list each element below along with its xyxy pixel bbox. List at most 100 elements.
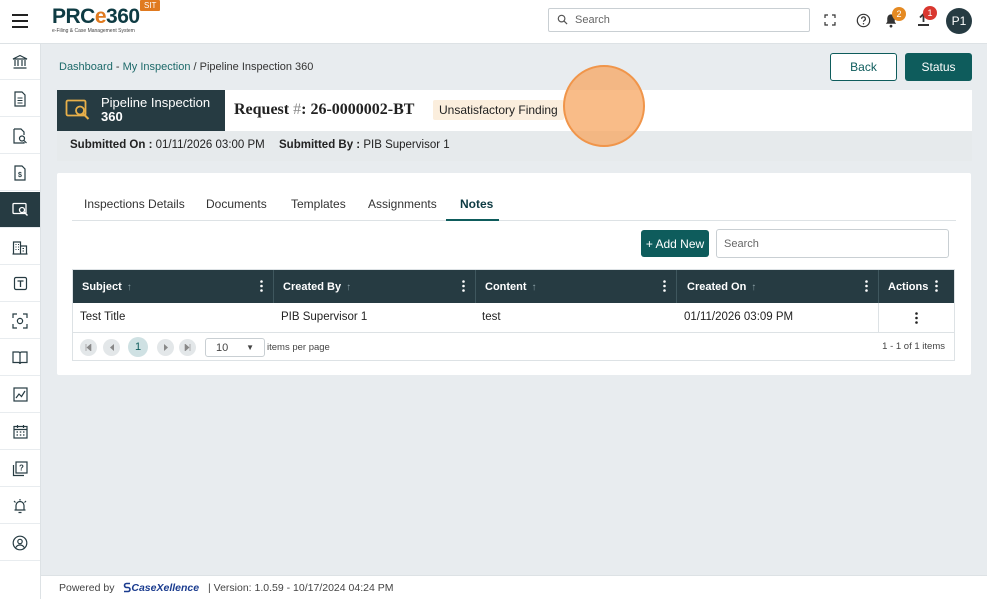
sidebar-item-documents[interactable]	[0, 81, 40, 117]
page-size-value: 10	[216, 342, 229, 354]
breadcrumb-link-dashboard[interactable]: Dashboard	[59, 61, 113, 73]
click-indicator	[563, 65, 645, 147]
version-info: | Version: 1.0.59 - 10/17/2024 04:24 PM	[208, 582, 394, 594]
sidebar-item-invoice[interactable]: $	[0, 155, 40, 191]
module-tile: Pipeline Inspection 360	[57, 90, 225, 131]
sidebar-item-scan[interactable]	[0, 303, 40, 339]
previous-page-icon[interactable]	[103, 339, 120, 356]
notes-search-input[interactable]	[716, 229, 949, 258]
user-avatar[interactable]: P1	[946, 8, 972, 34]
sidebar-item-document-search[interactable]	[0, 118, 40, 154]
cell-created-on: 01/11/2026 03:09 PM	[684, 311, 794, 323]
pagination-summary: 1 - 1 of 1 items	[882, 341, 945, 352]
submitted-on-value: 01/11/2026 03:00 PM	[155, 139, 265, 151]
current-page-number[interactable]: 1	[128, 337, 148, 357]
column-menu-icon[interactable]	[935, 280, 938, 292]
back-button[interactable]: Back	[830, 53, 897, 81]
column-menu-icon[interactable]	[865, 280, 868, 292]
breadcrumb-current: Pipeline Inspection 360	[199, 61, 314, 73]
breadcrumb: Dashboard - My Inspection / Pipeline Ins…	[59, 61, 313, 73]
chevron-down-icon: ▼	[246, 343, 254, 352]
tab-documents[interactable]: Documents	[206, 197, 267, 211]
sidebar-item-inspection[interactable]	[0, 192, 40, 228]
status-badge: Unsatisfactory Finding	[433, 100, 564, 120]
casexellence-logo[interactable]: CaseXellence	[131, 582, 199, 594]
breadcrumb-separator: -	[112, 61, 123, 73]
invoice-icon: $	[14, 164, 26, 181]
help-doc-icon: ?	[12, 460, 28, 476]
submitted-by-value: PIB Supervisor 1	[363, 139, 450, 151]
sidebar: $ ?	[0, 44, 41, 599]
footer: Powered by CaseXellence | Version: 1.0.5…	[41, 575, 987, 599]
cell-content: test	[482, 311, 501, 323]
cell-subject: Test Title	[80, 311, 126, 323]
chart-icon	[12, 387, 28, 402]
sidebar-item-help-docs[interactable]: ?	[0, 451, 40, 487]
notes-grid: Subject ↑ Created By ↑ Content ↑ Created On…	[72, 269, 955, 361]
powered-by-label: Powered by	[59, 582, 115, 594]
column-header-created-on[interactable]: Created On ↑	[677, 270, 879, 303]
breadcrumb-link-my-inspection[interactable]: My Inspection	[123, 61, 191, 73]
column-menu-icon[interactable]	[462, 280, 465, 292]
module-subtitle: 360	[101, 109, 123, 124]
sidebar-item-templates[interactable]	[0, 266, 40, 302]
items-per-page-label: items per page	[267, 342, 330, 353]
tab-templates[interactable]: Templates	[291, 197, 346, 211]
global-search[interactable]	[548, 8, 810, 32]
column-header-content[interactable]: Content ↑	[476, 270, 677, 303]
submitted-on-label: Submitted On :	[70, 139, 153, 151]
sidebar-item-bank[interactable]	[0, 44, 40, 80]
next-page-icon[interactable]	[157, 339, 174, 356]
scan-icon	[12, 312, 28, 329]
tab-bar: Inspections Details Documents Templates …	[72, 190, 956, 221]
sidebar-item-calendar[interactable]	[0, 414, 40, 450]
document-icon	[14, 90, 26, 107]
search-icon	[557, 14, 568, 25]
submitted-by-label: Submitted By :	[279, 139, 361, 151]
cell-created-by: PIB Supervisor 1	[281, 311, 368, 323]
uploads-count-badge: 1	[923, 6, 937, 20]
sidebar-item-profile[interactable]	[0, 525, 40, 561]
last-page-icon[interactable]	[179, 339, 196, 356]
user-circle-icon	[12, 535, 28, 550]
column-header-subject[interactable]: Subject ↑	[73, 270, 274, 303]
help-icon[interactable]	[854, 11, 872, 29]
book-icon	[12, 351, 28, 365]
environment-badge: SIT	[140, 0, 161, 11]
tab-assignments[interactable]: Assignments	[368, 197, 437, 211]
notes-panel: Inspections Details Documents Templates …	[57, 173, 971, 375]
breadcrumb-separator: /	[190, 61, 200, 73]
first-page-icon[interactable]	[80, 339, 97, 356]
sidebar-item-alarms[interactable]	[0, 488, 40, 524]
request-number: Request #: 26-0000002-BT	[234, 101, 415, 118]
tab-notes[interactable]: Notes	[460, 197, 493, 211]
calendar-icon	[12, 425, 28, 439]
inspection-module-icon	[65, 99, 90, 120]
status-button[interactable]: Status	[905, 53, 972, 81]
sidebar-item-book[interactable]	[0, 340, 40, 376]
row-actions-icon[interactable]	[915, 312, 918, 324]
table-row[interactable]: Test Title PIB Supervisor 1 test 01/11/2…	[73, 303, 954, 333]
document-search-icon	[13, 127, 27, 144]
cell-actions	[878, 303, 955, 333]
building-icon	[12, 240, 28, 255]
sidebar-item-reports[interactable]	[0, 377, 40, 413]
column-menu-icon[interactable]	[663, 280, 666, 292]
menu-icon[interactable]	[12, 14, 28, 28]
column-header-created-by[interactable]: Created By ↑	[274, 270, 476, 303]
column-menu-icon[interactable]	[260, 280, 263, 292]
fullscreen-icon[interactable]	[821, 11, 839, 29]
module-title: Pipeline Inspection	[101, 95, 211, 110]
active-tab-indicator	[446, 219, 499, 221]
add-note-button[interactable]: + Add New	[641, 230, 709, 257]
svg-text:$: $	[18, 172, 22, 179]
tab-inspections-details[interactable]: Inspections Details	[84, 197, 185, 211]
global-search-input[interactable]	[575, 12, 803, 28]
alarm-icon	[13, 498, 27, 513]
page-size-select[interactable]: 10 ▼	[205, 338, 265, 357]
inspection-icon	[11, 202, 28, 216]
bank-icon	[12, 54, 28, 69]
request-header: Pipeline Inspection 360 Request #: 26-00…	[57, 90, 972, 131]
pagination: 1 10 ▼ items per page 1 - 1 of 1 items	[73, 334, 954, 361]
sidebar-item-buildings[interactable]	[0, 229, 40, 265]
